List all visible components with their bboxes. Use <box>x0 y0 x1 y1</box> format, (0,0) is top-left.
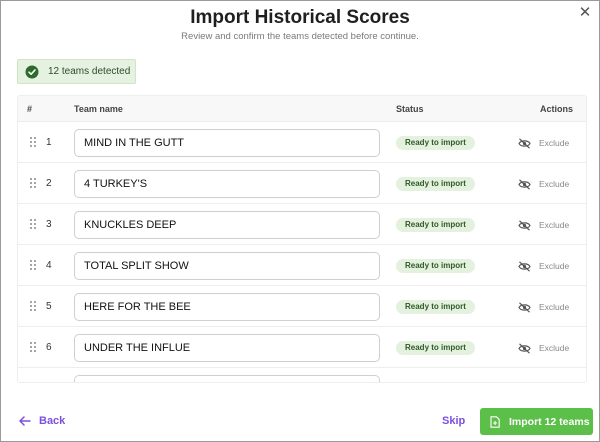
exclude-label: Exclude <box>539 138 570 148</box>
header-actions: Actions <box>540 104 574 114</box>
team-name-input[interactable] <box>74 129 380 157</box>
exclude-label: Exclude <box>539 179 570 189</box>
eye-off-icon <box>518 342 531 354</box>
header-status: Status <box>396 104 424 114</box>
drag-handle-icon[interactable] <box>29 300 37 312</box>
row-number: 1 <box>46 137 52 148</box>
eye-off-icon <box>518 137 531 149</box>
drag-handle-icon[interactable] <box>29 136 37 148</box>
drag-handle-icon[interactable] <box>29 341 37 353</box>
table-header: # Team name Status Actions <box>18 96 586 122</box>
file-plus-icon <box>490 415 500 428</box>
exclude-button[interactable]: Exclude <box>518 299 569 315</box>
exclude-label: Exclude <box>539 302 570 312</box>
dialog-title: Import Historical Scores <box>190 7 410 28</box>
exclude-button[interactable]: Exclude <box>518 135 569 151</box>
exclude-button[interactable]: Exclude <box>518 217 569 233</box>
header-num: # <box>27 104 33 114</box>
import-dialog: ✕ Import Historical Scores Review and co… <box>0 0 600 442</box>
arrow-left-icon <box>19 416 31 426</box>
eye-off-icon <box>518 178 531 190</box>
status-badge: Ready to import <box>396 177 475 191</box>
teams-detected-label: 12 teams detected <box>48 66 131 77</box>
team-name-input[interactable] <box>74 170 380 198</box>
row-number: 2 <box>46 178 52 189</box>
drag-handle-icon[interactable] <box>29 259 37 271</box>
team-name-input[interactable] <box>74 293 380 321</box>
exclude-label: Exclude <box>539 220 570 230</box>
exclude-button[interactable]: Exclude <box>518 340 569 356</box>
table-row: 5 Ready to import Exclude <box>18 286 586 327</box>
dialog-subtitle: Review and confirm the teams detected be… <box>181 31 419 42</box>
header-team-name: Team name <box>74 104 123 114</box>
table-row: 3 Ready to import Exclude <box>18 204 586 245</box>
table-row: 6 Ready to import Exclude <box>18 327 586 368</box>
drag-handle-icon[interactable] <box>29 218 37 230</box>
row-number: 4 <box>46 260 52 271</box>
eye-off-icon <box>518 219 531 231</box>
team-name-input-clipped[interactable] <box>74 375 380 382</box>
team-name-input[interactable] <box>74 334 380 362</box>
import-teams-button[interactable]: Import 12 teams <box>480 408 593 435</box>
back-button[interactable]: Back <box>19 415 65 427</box>
team-name-input[interactable] <box>74 252 380 280</box>
exclude-label: Exclude <box>539 343 570 353</box>
skip-button[interactable]: Skip <box>442 415 465 427</box>
drag-handle-icon[interactable] <box>29 177 37 189</box>
status-badge: Ready to import <box>396 300 475 314</box>
status-badge: Ready to import <box>396 259 475 273</box>
team-name-input[interactable] <box>74 211 380 239</box>
table-row: 2 Ready to import Exclude <box>18 163 586 204</box>
teams-detected-badge: 12 teams detected <box>17 59 136 84</box>
row-number: 5 <box>46 301 52 312</box>
row-number: 6 <box>46 342 52 353</box>
table-row: 4 Ready to import Exclude <box>18 245 586 286</box>
exclude-button[interactable]: Exclude <box>518 176 569 192</box>
import-label: Import 12 teams <box>509 415 590 428</box>
teams-table: # Team name Status Actions 1 Ready to im… <box>17 95 587 383</box>
table-row: 1 Ready to import Exclude <box>18 122 586 163</box>
eye-off-icon <box>518 260 531 272</box>
status-badge: Ready to import <box>396 341 475 355</box>
status-badge: Ready to import <box>396 218 475 232</box>
check-circle-icon <box>25 65 39 78</box>
eye-off-icon <box>518 301 531 313</box>
exclude-label: Exclude <box>539 261 570 271</box>
back-label: Back <box>39 415 66 427</box>
status-badge: Ready to import <box>396 136 475 150</box>
row-number: 3 <box>46 219 52 230</box>
exclude-button[interactable]: Exclude <box>518 258 569 274</box>
